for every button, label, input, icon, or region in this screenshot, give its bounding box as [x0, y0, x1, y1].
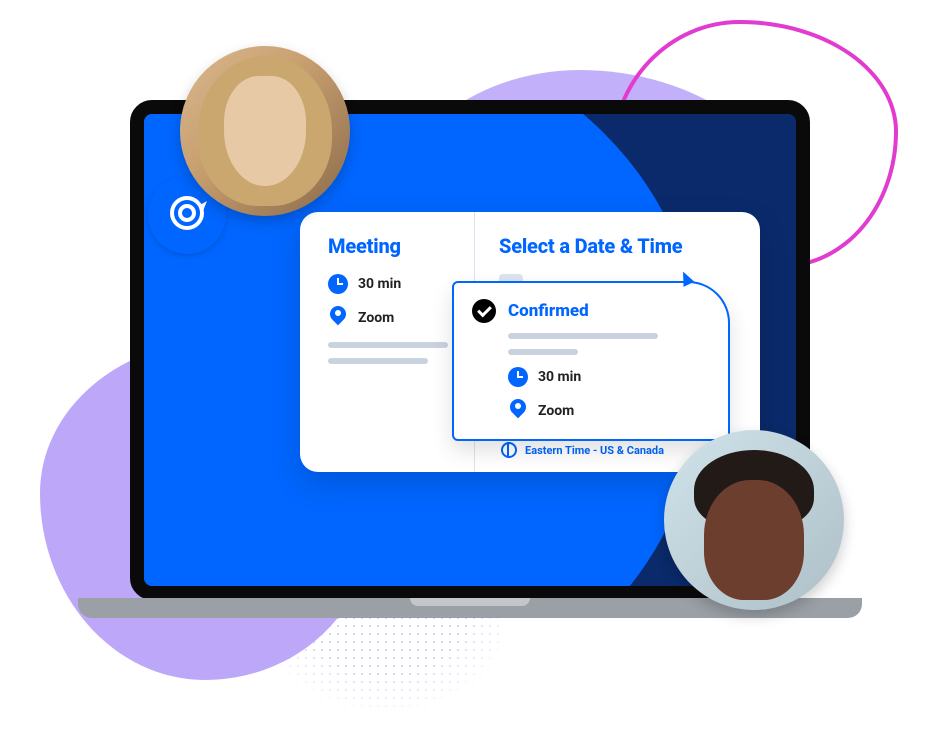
skeleton-line	[508, 349, 578, 355]
avatar-person-2	[664, 430, 844, 610]
globe-icon	[501, 442, 517, 458]
meeting-location: Zoom	[358, 310, 394, 326]
timezone-selector[interactable]: Eastern Time - US & Canada	[501, 442, 664, 458]
confirmation-duration: 30 min	[538, 369, 581, 385]
confirmation-popover: Confirmed 30 min Zoom	[452, 281, 730, 441]
meeting-duration-row: 30 min	[328, 274, 456, 294]
meeting-details-panel: Meeting 30 min Zoom	[300, 212, 475, 472]
picker-title: Select a Date & Time	[499, 234, 736, 258]
confirmation-location: Zoom	[538, 403, 574, 419]
skeleton-line	[508, 333, 658, 339]
confirmation-status: Confirmed	[508, 301, 589, 321]
meeting-title: Meeting	[328, 234, 456, 258]
clock-icon	[328, 274, 348, 294]
checkmark-icon	[472, 299, 496, 323]
clock-icon	[508, 367, 528, 387]
location-pin-icon	[328, 306, 348, 330]
avatar-person-1	[180, 46, 350, 216]
meeting-location-row: Zoom	[328, 306, 456, 330]
calendly-logo-icon	[167, 193, 207, 237]
skeleton-line	[328, 358, 428, 364]
timezone-label: Eastern Time - US & Canada	[525, 444, 664, 457]
confirmation-duration-row: 30 min	[508, 367, 710, 387]
confirmation-header: Confirmed	[472, 299, 710, 323]
skeleton-line	[328, 342, 448, 348]
location-pin-icon	[508, 399, 528, 423]
meeting-duration: 30 min	[358, 276, 401, 292]
confirmation-location-row: Zoom	[508, 399, 710, 423]
